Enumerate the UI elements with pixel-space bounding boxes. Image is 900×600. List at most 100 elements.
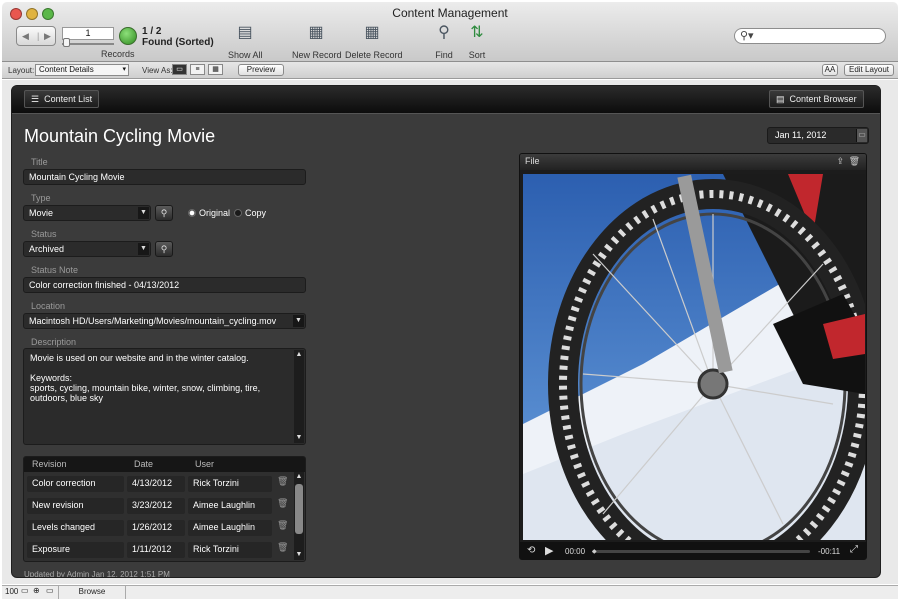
layout-select-value: Content Details <box>39 65 94 74</box>
zoom-out-icon[interactable]: ▭ <box>21 586 29 595</box>
chevron-down-icon: ▼ <box>293 315 304 327</box>
status-select[interactable]: Archived ▼ <box>23 241 151 257</box>
revision-row[interactable]: Levels changed 1/26/2012 Aimee Laughlin … <box>24 517 294 538</box>
movie-progress-track[interactable]: ◆ <box>592 548 810 555</box>
trash-icon[interactable]: 🗑 <box>277 520 288 531</box>
user-cell[interactable]: Rick Torzini <box>188 542 272 558</box>
date-cell[interactable]: 3/23/2012 <box>127 498 185 514</box>
scroll-down-icon[interactable]: ▼ <box>294 433 304 443</box>
record-slider-thumb[interactable] <box>63 38 70 47</box>
revision-row[interactable]: Color correction 4/13/2012 Rick Torzini … <box>24 473 294 494</box>
view-as-list-button[interactable]: ≡ <box>190 64 205 75</box>
show-all-label: Show All <box>228 50 263 60</box>
remaining-time: -00:11 <box>818 547 841 556</box>
status-search-button[interactable]: ⚲ <box>155 241 173 257</box>
text-size-button[interactable]: AA <box>822 64 838 76</box>
rewind-icon[interactable]: ⟲ <box>527 545 535 556</box>
fullscreen-icon[interactable]: ⤢ <box>850 544 858 555</box>
new-record-button[interactable]: ▦ New Record <box>292 24 342 60</box>
content-browser-button[interactable]: ▤ Content Browser <box>769 90 864 108</box>
new-record-label: New Record <box>292 50 342 60</box>
calendar-icon[interactable]: ▭ <box>856 129 867 142</box>
user-cell[interactable]: Aimee Laughlin <box>188 520 272 536</box>
window-title: Content Management <box>392 6 508 20</box>
status-note-field[interactable]: Color correction finished - 04/13/2012 <box>23 277 306 293</box>
date-cell[interactable]: 1/26/2012 <box>127 520 185 536</box>
zoom-level[interactable]: 100 <box>5 587 18 596</box>
revisions-portal: Revision Date User Color correction 4/13… <box>23 456 306 562</box>
date-cell[interactable]: 1/11/2012 <box>127 542 185 558</box>
sort-label: Sort <box>468 50 486 60</box>
find-button[interactable]: ⚲ Find <box>432 24 456 60</box>
revision-row[interactable]: New revision 3/23/2012 Aimee Laughlin 🗑 <box>24 495 294 516</box>
record-number-input[interactable]: 1 <box>62 27 114 40</box>
type-select[interactable]: Movie ▼ <box>23 205 151 221</box>
search-icon[interactable]: ⚲▾ <box>740 29 754 43</box>
trash-icon[interactable]: 🗑 <box>849 154 860 169</box>
user-cell[interactable]: Aimee Laughlin <box>188 498 272 514</box>
view-as-table-button[interactable]: ▦ <box>208 64 223 75</box>
description-line: Movie is used on our website and in the … <box>30 353 249 363</box>
user-column-header: User <box>195 459 215 469</box>
scroll-down-icon[interactable]: ▼ <box>294 550 304 560</box>
export-icon[interactable]: ⇪ <box>836 154 844 169</box>
layout-bar: Layout: Content Details ▾ View As: ▭ ≡ ▦… <box>2 62 898 79</box>
content-browser-label: Content Browser <box>789 94 857 104</box>
content-list-button[interactable]: ☰ Content List <box>24 90 100 108</box>
chevron-down-icon: ▼ <box>138 207 149 219</box>
location-select[interactable]: Macintosh HD/Users/Marketing/Movies/moun… <box>23 313 306 329</box>
mode-indicator[interactable]: Browse <box>58 585 126 599</box>
revision-row[interactable]: Exposure 1/11/2012 Rick Torzini 🗑 <box>24 539 294 560</box>
quick-find-search-input[interactable]: ⚲▾ <box>734 28 886 44</box>
user-cell[interactable]: Rick Torzini <box>188 476 272 492</box>
preview-button[interactable]: Preview <box>238 64 284 76</box>
previous-record-icon[interactable]: ◀ <box>22 31 29 42</box>
revisions-scrollbar[interactable]: ▲ ▼ <box>294 472 304 560</box>
radio-unselected-icon <box>234 209 242 217</box>
magnifier-icon: ⚲ <box>438 24 450 41</box>
revisions-header: Revision Date User <box>24 457 305 472</box>
edit-layout-button[interactable]: Edit Layout <box>844 64 894 76</box>
view-as-form-button[interactable]: ▭ <box>172 64 187 75</box>
date-value: Jan 11, 2012 <box>775 130 827 140</box>
content-list-label: Content List <box>44 94 93 104</box>
scroll-thumb[interactable] <box>295 484 303 534</box>
next-record-icon[interactable]: ▶ <box>44 31 51 42</box>
trash-icon[interactable]: 🗑 <box>277 542 288 553</box>
sort-button[interactable]: ⇅ Sort <box>465 24 489 60</box>
revision-cell[interactable]: New revision <box>27 498 124 514</box>
location-value: Macintosh HD/Users/Marketing/Movies/moun… <box>29 316 277 326</box>
scroll-up-icon[interactable]: ▲ <box>294 350 304 360</box>
playhead-icon[interactable]: ◆ <box>592 548 597 555</box>
toggle-toolbar-icon[interactable]: ▭ <box>46 586 54 595</box>
delete-record-button[interactable]: ▦ Delete Record <box>345 24 403 60</box>
type-original-radio[interactable]: Original <box>188 208 230 218</box>
layout-select[interactable]: Content Details ▾ <box>35 64 129 76</box>
type-label: Type <box>31 193 51 203</box>
type-copy-radio[interactable]: Copy <box>234 208 266 218</box>
zoom-in-icon[interactable]: ⊕ <box>33 586 40 595</box>
scroll-up-icon[interactable]: ▲ <box>294 472 304 482</box>
radio-selected-icon <box>188 209 196 217</box>
show-all-button[interactable]: ▤ Show All <box>228 24 263 60</box>
description-textarea[interactable]: Movie is used on our website and in the … <box>23 348 306 445</box>
trash-icon[interactable]: 🗑 <box>277 476 288 487</box>
revision-cell[interactable]: Color correction <box>27 476 124 492</box>
revision-cell[interactable]: Levels changed <box>27 520 124 536</box>
title-field[interactable]: Mountain Cycling Movie <box>23 169 306 185</box>
revision-cell[interactable]: Exposure <box>27 542 124 558</box>
play-icon[interactable]: ▶ <box>545 544 553 557</box>
movie-frame-image[interactable] <box>523 174 866 559</box>
trash-icon[interactable]: 🗑 <box>277 498 288 509</box>
description-scrollbar[interactable]: ▲ ▼ <box>294 350 304 443</box>
date-cell[interactable]: 4/13/2012 <box>127 476 185 492</box>
panel-header: ☰ Content List ▤ Content Browser <box>12 86 880 114</box>
records-label: Records <box>101 49 135 59</box>
description-line: sports, cycling, mountain bike, winter, … <box>30 383 261 393</box>
delete-record-label: Delete Record <box>345 50 403 60</box>
record-navigation-control[interactable]: ◀ | ▶ <box>16 26 56 46</box>
date-field[interactable]: Jan 11, 2012 ▭ <box>767 127 869 144</box>
status-label: Status <box>31 229 57 239</box>
media-container[interactable]: File ⇪ 🗑 ⟲ ▶ 00:00 ◆ -00:11 ⤢ <box>519 153 867 560</box>
type-search-button[interactable]: ⚲ <box>155 205 173 221</box>
